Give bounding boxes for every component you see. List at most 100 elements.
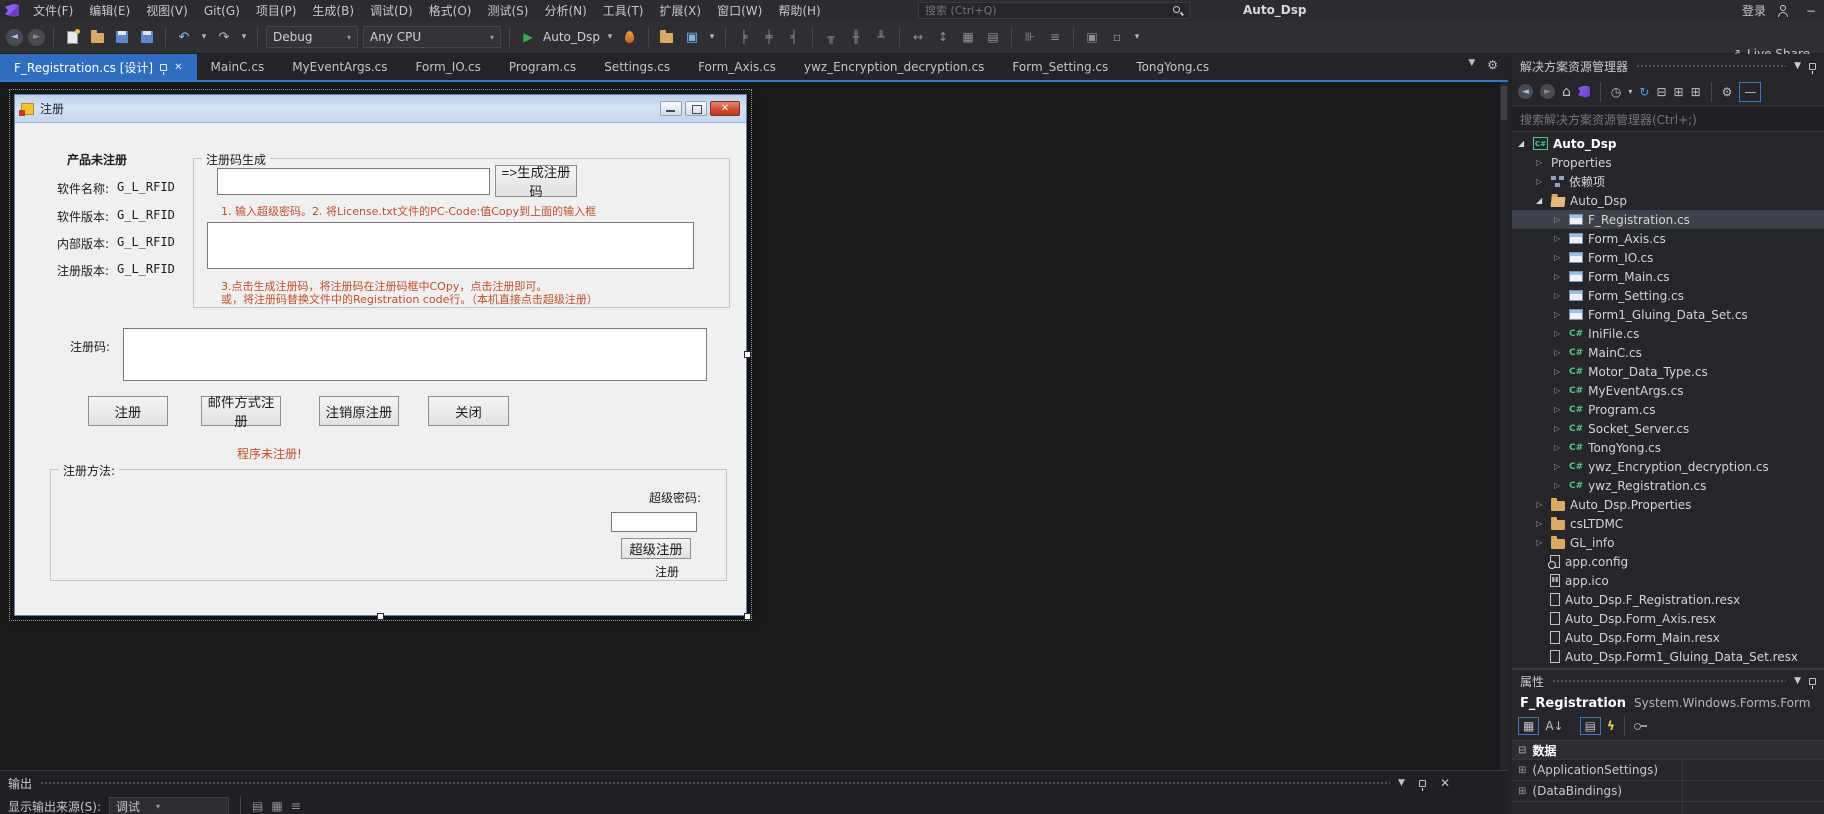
close-form-button[interactable]: 关闭 — [428, 396, 509, 426]
chevron-collapsed-icon[interactable]: ▷ — [1554, 272, 1564, 281]
pin-icon[interactable] — [1419, 780, 1426, 787]
collapse-all-icon[interactable]: ⊟ — [1656, 85, 1666, 99]
tree-item-resx-form1-gluing[interactable]: Auto_Dsp.Form1_Gluing_Data_Set.resx — [1512, 647, 1824, 666]
tab-form-io[interactable]: Form_IO.cs — [402, 54, 495, 80]
resize-handle-corner[interactable] — [744, 613, 751, 620]
redo-icon[interactable]: ↷ — [214, 26, 234, 48]
chevron-collapsed-icon[interactable]: ▷ — [1554, 462, 1564, 471]
property-key-icon[interactable] — [1634, 723, 1647, 730]
chevron-collapsed-icon[interactable]: ▷ — [1554, 405, 1564, 414]
categorized-view-icon[interactable]: ▦ — [1518, 717, 1539, 735]
tree-item-dependencies[interactable]: ▷ 依赖项 — [1512, 172, 1824, 191]
tree-item-auto-dsp-properties[interactable]: ▷ Auto_Dsp.Properties — [1512, 495, 1824, 514]
align-tops-icon[interactable]: ╥ — [821, 26, 841, 48]
open-file-icon[interactable] — [87, 26, 107, 48]
pin-icon[interactable] — [1809, 678, 1816, 685]
collapse-minus-icon[interactable]: ⊟ — [1518, 745, 1526, 756]
undo-icon[interactable]: ↶ — [174, 26, 194, 48]
resize-handle-bottom[interactable] — [377, 613, 384, 620]
tree-item-resx-f-registration[interactable]: Auto_Dsp.F_Registration.resx — [1512, 590, 1824, 609]
tree-item-resx-form-main[interactable]: Auto_Dsp.Form_Main.resx — [1512, 628, 1824, 647]
align-centers-icon[interactable]: ╪ — [759, 26, 779, 48]
tree-item-f-registration[interactable]: ▷ F_Registration.cs — [1512, 210, 1824, 229]
chevron-expanded-icon[interactable]: ◢ — [1536, 196, 1546, 205]
size-to-grid-icon[interactable]: ▤ — [983, 26, 1003, 48]
menu-edit[interactable]: 编辑(E) — [81, 0, 138, 22]
make-same-width-icon[interactable]: ↔ — [908, 26, 928, 48]
start-debugging-button[interactable]: ▶ — [518, 26, 538, 48]
find-in-files-icon[interactable] — [657, 26, 677, 48]
chevron-collapsed-icon[interactable]: ▷ — [1554, 367, 1564, 376]
chevron-collapsed-icon[interactable]: ▷ — [1554, 291, 1564, 300]
clear-all-icon[interactable]: ▦ — [271, 799, 282, 813]
menu-test[interactable]: 测试(S) — [479, 0, 536, 22]
events-lightning-icon[interactable]: ϟ — [1607, 719, 1615, 733]
send-to-back-icon[interactable]: ▫ — [1107, 26, 1127, 48]
property-row-databindings[interactable]: ⊞ (DataBindings) — [1512, 780, 1824, 801]
chevron-down-icon[interactable]: ▼ — [1794, 61, 1801, 71]
category-row-data[interactable]: ⊟ 数据 — [1512, 740, 1824, 759]
chevron-collapsed-icon[interactable]: ▷ — [1554, 386, 1564, 395]
output-title-bar[interactable]: 输出 ▼ ✕ — [0, 771, 1508, 795]
toolbar-overflow-icon[interactable]: ▾ — [1132, 26, 1142, 48]
pin-icon[interactable] — [1809, 63, 1816, 70]
chevron-collapsed-icon[interactable]: ▷ — [1554, 424, 1564, 433]
tab-f-registration-design[interactable]: F_Registration.cs [设计] ✕ — [0, 54, 197, 80]
close-icon[interactable]: ✕ — [174, 62, 182, 73]
save-all-icon[interactable] — [137, 26, 157, 48]
show-all-files-icon[interactable]: ⊞ — [1674, 85, 1684, 99]
refresh-icon[interactable]: ↻ — [1639, 85, 1649, 99]
chevron-collapsed-icon[interactable]: ▷ — [1536, 158, 1546, 167]
designed-form-window[interactable]: 注册 ✕ 产品未注册 软件名称: G_L_RFID 软件版本: G_L_RFID… — [14, 94, 747, 616]
menu-analyze[interactable]: 分析(N) — [536, 0, 594, 22]
document-well-dropdown-icon[interactable]: ▼ — [1468, 58, 1475, 72]
menu-project[interactable]: 项目(P) — [248, 0, 305, 22]
properties-view-icon[interactable]: ▤ — [1580, 717, 1601, 735]
email-register-button[interactable]: 邮件方式注册 — [201, 396, 281, 426]
selected-object-row[interactable]: F_Registration System.Windows.Forms.Form — [1512, 692, 1824, 714]
chevron-collapsed-icon[interactable]: ▷ — [1554, 234, 1564, 243]
form-maximize-button[interactable] — [685, 101, 707, 116]
generated-code-textarea[interactable] — [207, 222, 694, 269]
tree-item-resx-form-axis[interactable]: Auto_Dsp.Form_Axis.resx — [1512, 609, 1824, 628]
solution-search-input[interactable] — [1512, 113, 1824, 127]
align-bottoms-icon[interactable]: ╨ — [871, 26, 891, 48]
horizontal-spacing-icon[interactable]: ⊪ — [1020, 26, 1040, 48]
chevron-collapsed-icon[interactable]: ▷ — [1554, 253, 1564, 262]
tree-item-csltdmc[interactable]: ▷ csLTDMC — [1512, 514, 1824, 533]
tab-form-axis[interactable]: Form_Axis.cs — [684, 54, 790, 80]
expand-plus-icon[interactable]: ⊞ — [1518, 765, 1526, 776]
tab-form-setting[interactable]: Form_Setting.cs — [998, 54, 1122, 80]
tree-item-inifile[interactable]: ▷ C# IniFile.cs — [1512, 324, 1824, 343]
hot-reload-icon[interactable] — [620, 26, 640, 48]
menu-extensions[interactable]: 扩展(X) — [651, 0, 709, 22]
tree-item-myeventargs[interactable]: ▷ C# MyEventArgs.cs — [1512, 381, 1824, 400]
solution-configurations-dropdown[interactable]: Debug ▾ — [266, 26, 358, 48]
new-file-icon[interactable] — [62, 26, 82, 48]
editor-scrollbar[interactable] — [1500, 82, 1508, 770]
quick-search-box[interactable] — [918, 2, 1190, 19]
chevron-expanded-icon[interactable]: ◢ — [1518, 139, 1528, 148]
start-dropdown-icon[interactable]: ▾ — [605, 26, 615, 48]
tree-item-form-setting[interactable]: ▷ Form_Setting.cs — [1512, 286, 1824, 305]
expand-plus-icon[interactable]: ⊞ — [1518, 786, 1526, 797]
tree-item-gl-info[interactable]: ▷ GL_info — [1512, 533, 1824, 552]
tree-item-mainc[interactable]: ▷ C# MainC.cs — [1512, 343, 1824, 362]
menu-view[interactable]: 视图(V) — [138, 0, 196, 22]
tab-ywz-encryption[interactable]: ywz_Encryption_decryption.cs — [790, 54, 999, 80]
properties-shortcut-icon[interactable]: ⚙ — [1722, 85, 1733, 99]
unregister-button[interactable]: 注销原注册 — [319, 396, 399, 426]
solution-search-box[interactable] — [1512, 108, 1824, 132]
tree-item-project-auto-dsp[interactable]: ◢ C# Auto_Dsp — [1512, 134, 1824, 153]
chevron-collapsed-icon[interactable]: ▷ — [1536, 538, 1546, 547]
tree-item-app-config[interactable]: app.config — [1512, 552, 1824, 571]
register-button[interactable]: 注册 — [88, 396, 168, 426]
tree-item-folder-auto-dsp[interactable]: ◢ Auto_Dsp — [1512, 191, 1824, 210]
preview-selected-icon[interactable]: ⊞ — [1691, 85, 1701, 99]
chevron-down-icon[interactable]: ▼ — [1794, 676, 1801, 686]
form-minimize-button[interactable] — [660, 101, 682, 116]
tree-item-motor-data-type[interactable]: ▷ C# Motor_Data_Type.cs — [1512, 362, 1824, 381]
tree-item-socket-server[interactable]: ▷ C# Socket_Server.cs — [1512, 419, 1824, 438]
regcode-textarea[interactable] — [123, 328, 707, 381]
find-message-icon[interactable]: ▤ — [252, 799, 263, 813]
